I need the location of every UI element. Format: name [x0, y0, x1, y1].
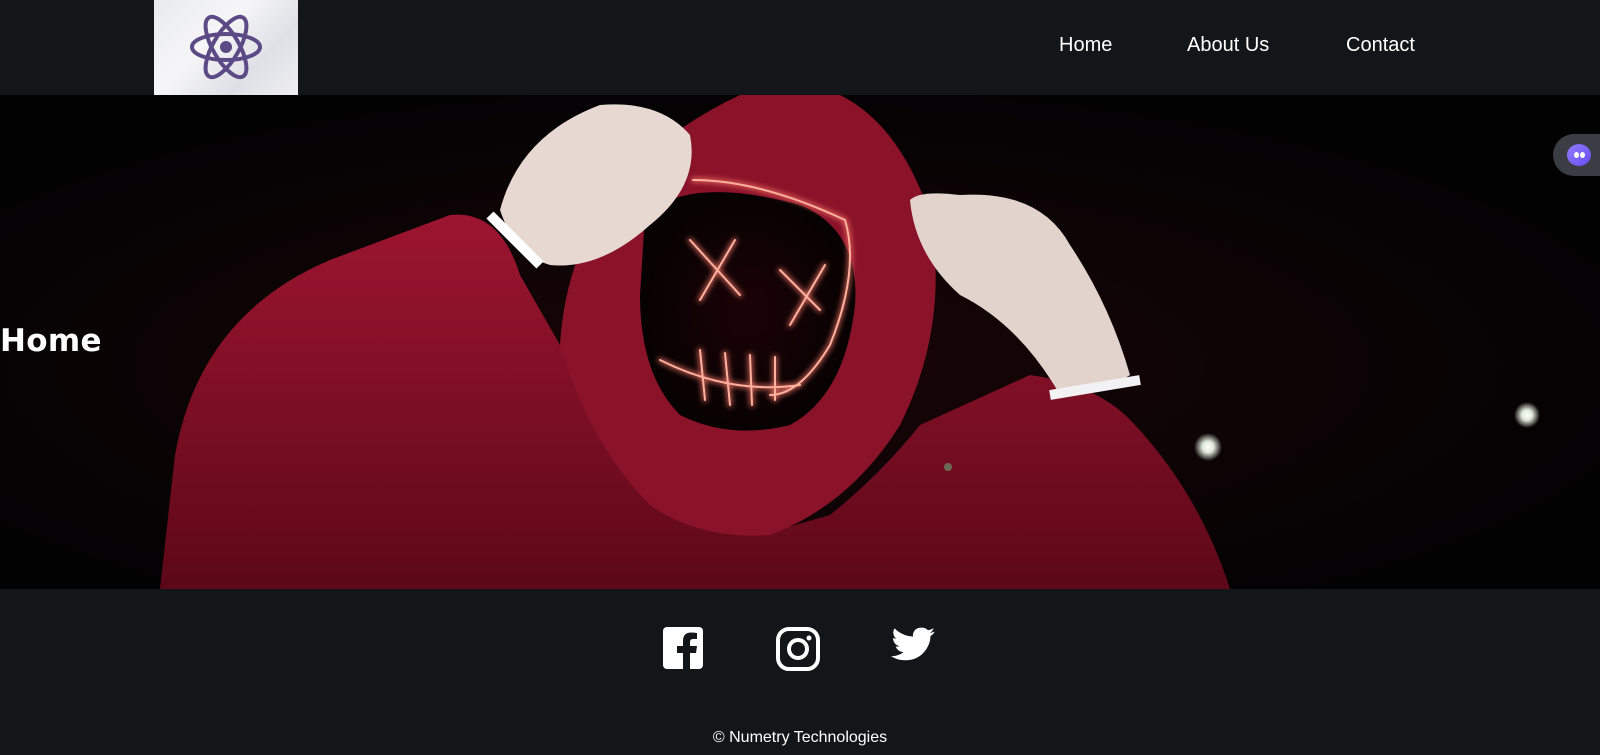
hero-image	[0, 95, 1600, 589]
instagram-icon[interactable]	[776, 627, 820, 676]
hero-title: Home	[0, 323, 102, 359]
chat-bot-icon	[1567, 144, 1591, 166]
nav-link-about-us[interactable]: About Us	[1187, 34, 1269, 57]
hero-banner: Home	[0, 95, 1600, 589]
nav-links: Home About Us Contact	[0, 0, 1600, 95]
footer: © Numetry Technologies	[0, 589, 1600, 755]
nav-link-home[interactable]: Home	[1059, 34, 1112, 57]
navbar: Home About Us Contact	[0, 0, 1600, 95]
nav-link-contact[interactable]: Contact	[1346, 34, 1415, 57]
facebook-icon[interactable]	[663, 627, 703, 674]
chat-widget-button[interactable]	[1553, 134, 1600, 176]
twitter-icon[interactable]	[891, 627, 935, 670]
copyright-text: © Numetry Technologies	[712, 729, 888, 746]
